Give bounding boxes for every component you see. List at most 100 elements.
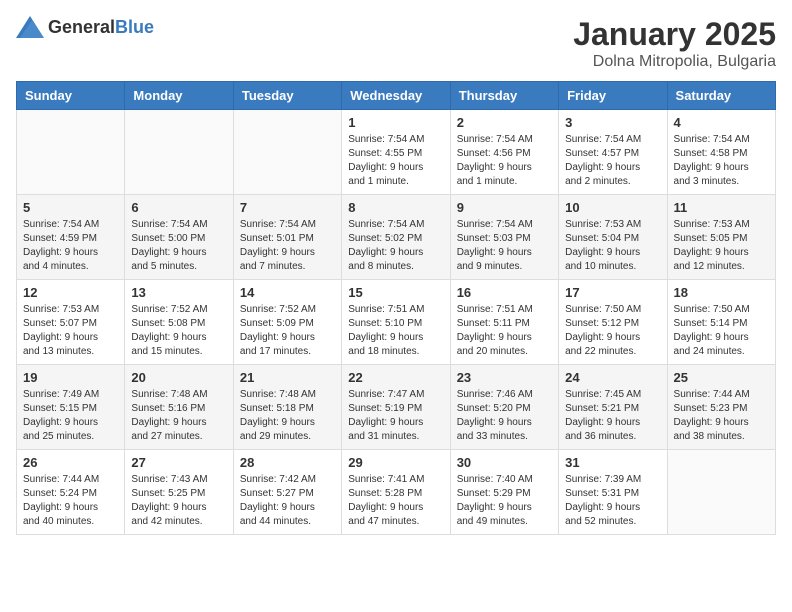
calendar-cell: 10 Sunrise: 7:53 AM Sunset: 5:04 PM Dayli… bbox=[559, 195, 667, 280]
logo-text-blue: Blue bbox=[115, 17, 154, 37]
day-info: Sunrise: 7:51 AM Sunset: 5:11 PM Dayligh… bbox=[457, 303, 552, 359]
logo: GeneralBlue bbox=[16, 16, 154, 38]
day-number: 10 bbox=[565, 200, 660, 215]
day-info: Sunrise: 7:47 AM Sunset: 5:19 PM Dayligh… bbox=[348, 388, 443, 444]
day-info: Sunrise: 7:48 AM Sunset: 5:16 PM Dayligh… bbox=[131, 388, 226, 444]
day-number: 31 bbox=[565, 455, 660, 470]
calendar-cell: 29 Sunrise: 7:41 AM Sunset: 5:28 PM Dayli… bbox=[342, 450, 450, 535]
day-number: 2 bbox=[457, 115, 552, 130]
column-header-saturday: Saturday bbox=[667, 82, 775, 110]
calendar-cell: 28 Sunrise: 7:42 AM Sunset: 5:27 PM Dayli… bbox=[233, 450, 341, 535]
day-info: Sunrise: 7:54 AM Sunset: 4:56 PM Dayligh… bbox=[457, 133, 552, 189]
calendar-cell: 12 Sunrise: 7:53 AM Sunset: 5:07 PM Dayli… bbox=[17, 280, 125, 365]
calendar-week-4: 19 Sunrise: 7:49 AM Sunset: 5:15 PM Dayli… bbox=[17, 365, 776, 450]
day-info: Sunrise: 7:50 AM Sunset: 5:12 PM Dayligh… bbox=[565, 303, 660, 359]
calendar-header: SundayMondayTuesdayWednesdayThursdayFrid… bbox=[17, 82, 776, 110]
day-number: 17 bbox=[565, 285, 660, 300]
day-info: Sunrise: 7:45 AM Sunset: 5:21 PM Dayligh… bbox=[565, 388, 660, 444]
day-info: Sunrise: 7:54 AM Sunset: 5:00 PM Dayligh… bbox=[131, 218, 226, 274]
day-info: Sunrise: 7:54 AM Sunset: 5:02 PM Dayligh… bbox=[348, 218, 443, 274]
logo-text-general: General bbox=[48, 17, 115, 37]
calendar-cell: 25 Sunrise: 7:44 AM Sunset: 5:23 PM Dayli… bbox=[667, 365, 775, 450]
calendar-cell: 23Sunrise: 7:46 AM Sunset: 5:20 PM Dayli… bbox=[450, 365, 558, 450]
day-number: 5 bbox=[23, 200, 118, 215]
calendar-cell: 8Sunrise: 7:54 AM Sunset: 5:02 PM Daylig… bbox=[342, 195, 450, 280]
calendar-cell: 17 Sunrise: 7:50 AM Sunset: 5:12 PM Dayli… bbox=[559, 280, 667, 365]
calendar-cell: 20Sunrise: 7:48 AM Sunset: 5:16 PM Dayli… bbox=[125, 365, 233, 450]
column-header-wednesday: Wednesday bbox=[342, 82, 450, 110]
day-info: Sunrise: 7:44 AM Sunset: 5:23 PM Dayligh… bbox=[674, 388, 769, 444]
day-info: Sunrise: 7:54 AM Sunset: 4:59 PM Dayligh… bbox=[23, 218, 118, 274]
day-number: 16 bbox=[457, 285, 552, 300]
column-header-sunday: Sunday bbox=[17, 82, 125, 110]
day-info: Sunrise: 7:51 AM Sunset: 5:10 PM Dayligh… bbox=[348, 303, 443, 359]
calendar-week-1: 1Sunrise: 7:54 AM Sunset: 4:55 PM Daylig… bbox=[17, 110, 776, 195]
day-number: 29 bbox=[348, 455, 443, 470]
day-info: Sunrise: 7:54 AM Sunset: 5:03 PM Dayligh… bbox=[457, 218, 552, 274]
day-number: 14 bbox=[240, 285, 335, 300]
calendar-cell: 30Sunrise: 7:40 AM Sunset: 5:29 PM Dayli… bbox=[450, 450, 558, 535]
day-number: 4 bbox=[674, 115, 769, 130]
calendar-title: January 2025 bbox=[573, 16, 776, 53]
day-info: Sunrise: 7:53 AM Sunset: 5:05 PM Dayligh… bbox=[674, 218, 769, 274]
calendar-cell: 9 Sunrise: 7:54 AM Sunset: 5:03 PM Daylig… bbox=[450, 195, 558, 280]
day-number: 19 bbox=[23, 370, 118, 385]
day-info: Sunrise: 7:42 AM Sunset: 5:27 PM Dayligh… bbox=[240, 473, 335, 529]
column-header-thursday: Thursday bbox=[450, 82, 558, 110]
calendar-cell: 31 Sunrise: 7:39 AM Sunset: 5:31 PM Dayli… bbox=[559, 450, 667, 535]
day-number: 9 bbox=[457, 200, 552, 215]
day-number: 28 bbox=[240, 455, 335, 470]
day-number: 12 bbox=[23, 285, 118, 300]
calendar-cell: 27 Sunrise: 7:43 AM Sunset: 5:25 PM Dayli… bbox=[125, 450, 233, 535]
day-info: Sunrise: 7:49 AM Sunset: 5:15 PM Dayligh… bbox=[23, 388, 118, 444]
day-number: 18 bbox=[674, 285, 769, 300]
calendar-cell: 24 Sunrise: 7:45 AM Sunset: 5:21 PM Dayli… bbox=[559, 365, 667, 450]
day-number: 6 bbox=[131, 200, 226, 215]
page-header: GeneralBlue January 2025 Dolna Mitropoli… bbox=[16, 16, 776, 71]
day-info: Sunrise: 7:54 AM Sunset: 4:58 PM Dayligh… bbox=[674, 133, 769, 189]
calendar-cell bbox=[233, 110, 341, 195]
calendar-week-2: 5 Sunrise: 7:54 AM Sunset: 4:59 PM Daylig… bbox=[17, 195, 776, 280]
day-number: 25 bbox=[674, 370, 769, 385]
calendar-cell: 13 Sunrise: 7:52 AM Sunset: 5:08 PM Dayli… bbox=[125, 280, 233, 365]
calendar-cell: 4 Sunrise: 7:54 AM Sunset: 4:58 PM Daylig… bbox=[667, 110, 775, 195]
day-info: Sunrise: 7:46 AM Sunset: 5:20 PM Dayligh… bbox=[457, 388, 552, 444]
day-number: 15 bbox=[348, 285, 443, 300]
calendar-cell: 26Sunrise: 7:44 AM Sunset: 5:24 PM Dayli… bbox=[17, 450, 125, 535]
day-info: Sunrise: 7:54 AM Sunset: 5:01 PM Dayligh… bbox=[240, 218, 335, 274]
title-area: January 2025 Dolna Mitropolia, Bulgaria bbox=[573, 16, 776, 71]
calendar-table: SundayMondayTuesdayWednesdayThursdayFrid… bbox=[16, 81, 776, 535]
calendar-cell: 6 Sunrise: 7:54 AM Sunset: 5:00 PM Daylig… bbox=[125, 195, 233, 280]
calendar-week-3: 12 Sunrise: 7:53 AM Sunset: 5:07 PM Dayli… bbox=[17, 280, 776, 365]
calendar-body: 1Sunrise: 7:54 AM Sunset: 4:55 PM Daylig… bbox=[17, 110, 776, 535]
day-info: Sunrise: 7:52 AM Sunset: 5:09 PM Dayligh… bbox=[240, 303, 335, 359]
day-info: Sunrise: 7:39 AM Sunset: 5:31 PM Dayligh… bbox=[565, 473, 660, 529]
calendar-cell: 11 Sunrise: 7:53 AM Sunset: 5:05 PM Dayli… bbox=[667, 195, 775, 280]
day-info: Sunrise: 7:54 AM Sunset: 4:55 PM Dayligh… bbox=[348, 133, 443, 189]
day-number: 7 bbox=[240, 200, 335, 215]
calendar-cell: 19 Sunrise: 7:49 AM Sunset: 5:15 PM Dayli… bbox=[17, 365, 125, 450]
calendar-cell: 18Sunrise: 7:50 AM Sunset: 5:14 PM Dayli… bbox=[667, 280, 775, 365]
day-number: 27 bbox=[131, 455, 226, 470]
day-number: 24 bbox=[565, 370, 660, 385]
day-info: Sunrise: 7:53 AM Sunset: 5:04 PM Dayligh… bbox=[565, 218, 660, 274]
day-info: Sunrise: 7:41 AM Sunset: 5:28 PM Dayligh… bbox=[348, 473, 443, 529]
day-number: 26 bbox=[23, 455, 118, 470]
calendar-cell: 2 Sunrise: 7:54 AM Sunset: 4:56 PM Daylig… bbox=[450, 110, 558, 195]
calendar-cell: 7 Sunrise: 7:54 AM Sunset: 5:01 PM Daylig… bbox=[233, 195, 341, 280]
day-number: 21 bbox=[240, 370, 335, 385]
day-info: Sunrise: 7:40 AM Sunset: 5:29 PM Dayligh… bbox=[457, 473, 552, 529]
day-info: Sunrise: 7:52 AM Sunset: 5:08 PM Dayligh… bbox=[131, 303, 226, 359]
calendar-cell: 16 Sunrise: 7:51 AM Sunset: 5:11 PM Dayli… bbox=[450, 280, 558, 365]
calendar-subtitle: Dolna Mitropolia, Bulgaria bbox=[573, 53, 776, 71]
day-info: Sunrise: 7:43 AM Sunset: 5:25 PM Dayligh… bbox=[131, 473, 226, 529]
day-info: Sunrise: 7:54 AM Sunset: 4:57 PM Dayligh… bbox=[565, 133, 660, 189]
day-number: 11 bbox=[674, 200, 769, 215]
day-info: Sunrise: 7:53 AM Sunset: 5:07 PM Dayligh… bbox=[23, 303, 118, 359]
calendar-cell: 15 Sunrise: 7:51 AM Sunset: 5:10 PM Dayli… bbox=[342, 280, 450, 365]
day-number: 13 bbox=[131, 285, 226, 300]
calendar-cell: 1Sunrise: 7:54 AM Sunset: 4:55 PM Daylig… bbox=[342, 110, 450, 195]
calendar-week-5: 26Sunrise: 7:44 AM Sunset: 5:24 PM Dayli… bbox=[17, 450, 776, 535]
column-header-friday: Friday bbox=[559, 82, 667, 110]
logo-icon bbox=[16, 16, 44, 38]
